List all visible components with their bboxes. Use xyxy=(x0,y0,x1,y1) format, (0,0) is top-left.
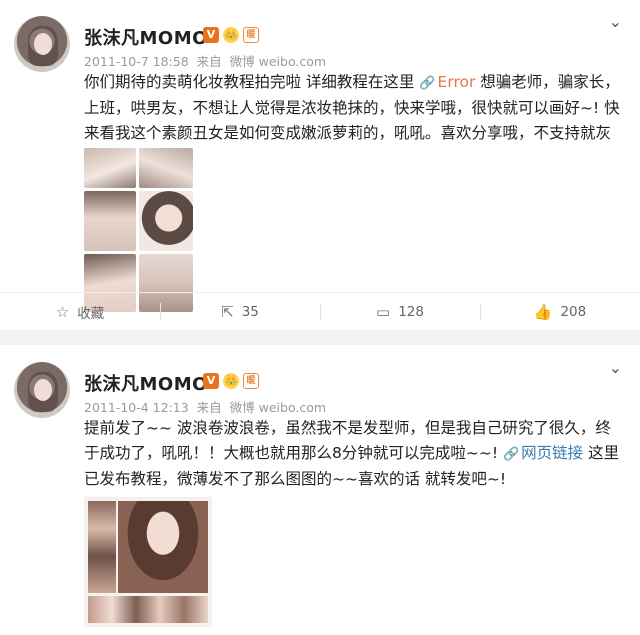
avatar[interactable] xyxy=(14,16,70,72)
collage-main-photo xyxy=(118,501,208,593)
error-link[interactable]: 🔗 Error xyxy=(419,73,475,91)
chevron-down-icon[interactable]: ⌄ xyxy=(609,12,622,31)
tag-badge: 暖 xyxy=(243,27,259,43)
like-button[interactable]: 👍 208 xyxy=(480,293,640,331)
photo-thumb[interactable] xyxy=(84,148,136,188)
photo-thumb[interactable] xyxy=(84,191,136,251)
photo-grid xyxy=(84,148,193,312)
link-icon: 🔗 xyxy=(419,76,436,91)
comment-button[interactable]: ▭ 128 xyxy=(320,293,480,331)
post-source[interactable]: 微博 weibo.com xyxy=(230,54,326,69)
tag-badge: 暖 xyxy=(243,373,259,389)
post-meta: 2011-10-7 18:58 来自 微博 weibo.com xyxy=(84,51,330,70)
share-icon: ⇱ xyxy=(221,303,234,321)
collage-strip xyxy=(88,501,116,593)
source-prefix: 来自 xyxy=(196,54,222,69)
action-bar: ☆ 收藏 ⇱ 35 ▭ 128 👍 208 xyxy=(0,292,640,331)
post-text: 提前发了~~ 波浪卷波浪卷，虽然我不是发型师，但是我自己研究了很久，终于成功了，… xyxy=(84,416,624,492)
repost-button[interactable]: ⇱ 35 xyxy=(160,293,320,331)
weibo-post-1: 张沫凡MOMO V 👑 暖 2011-10-7 18:58 来自 微博 weib… xyxy=(0,0,640,330)
text-before: 你们期待的卖萌化妆教程拍完啦 详细教程在这里 xyxy=(84,73,420,91)
post-date[interactable]: 2011-10-7 18:58 xyxy=(84,54,189,69)
author-name[interactable]: 张沫凡MOMO xyxy=(84,370,208,396)
comment-count: 128 xyxy=(398,304,424,320)
thumbs-up-icon: 👍 xyxy=(533,303,553,321)
web-link[interactable]: 🔗 网页链接 xyxy=(503,444,583,462)
favorite-button[interactable]: ☆ 收藏 xyxy=(0,293,160,331)
crown-badge: 👑 xyxy=(223,27,239,43)
author-name[interactable]: 张沫凡MOMO xyxy=(84,24,208,50)
verified-badge: V xyxy=(203,27,219,43)
star-icon: ☆ xyxy=(55,303,70,321)
like-count: 208 xyxy=(560,304,587,320)
post-source[interactable]: 微博 weibo.com xyxy=(230,400,326,415)
avatar[interactable] xyxy=(14,362,70,418)
chevron-down-icon[interactable]: ⌄ xyxy=(609,358,622,377)
crown-badge: 👑 xyxy=(223,373,239,389)
photo-thumb[interactable] xyxy=(139,191,193,251)
collage-bottom-strip xyxy=(88,596,208,623)
source-prefix: 来自 xyxy=(196,400,222,415)
post-date[interactable]: 2011-10-4 12:13 xyxy=(84,400,189,415)
verified-badge: V xyxy=(203,373,219,389)
link-label: Error xyxy=(437,73,476,91)
collage-image[interactable] xyxy=(84,497,212,627)
repost-count: 35 xyxy=(241,304,259,320)
comment-icon: ▭ xyxy=(376,303,391,321)
link-icon: 🔗 xyxy=(502,447,520,462)
post-meta: 2011-10-4 12:13 来自 微博 weibo.com xyxy=(84,397,330,416)
favorite-label: 收藏 xyxy=(77,306,105,322)
link-label: 网页链接 xyxy=(521,444,584,462)
photo-thumb[interactable] xyxy=(139,148,193,188)
weibo-post-2: 张沫凡MOMO V 👑 暖 2011-10-4 12:13 来自 微博 weib… xyxy=(0,345,640,635)
